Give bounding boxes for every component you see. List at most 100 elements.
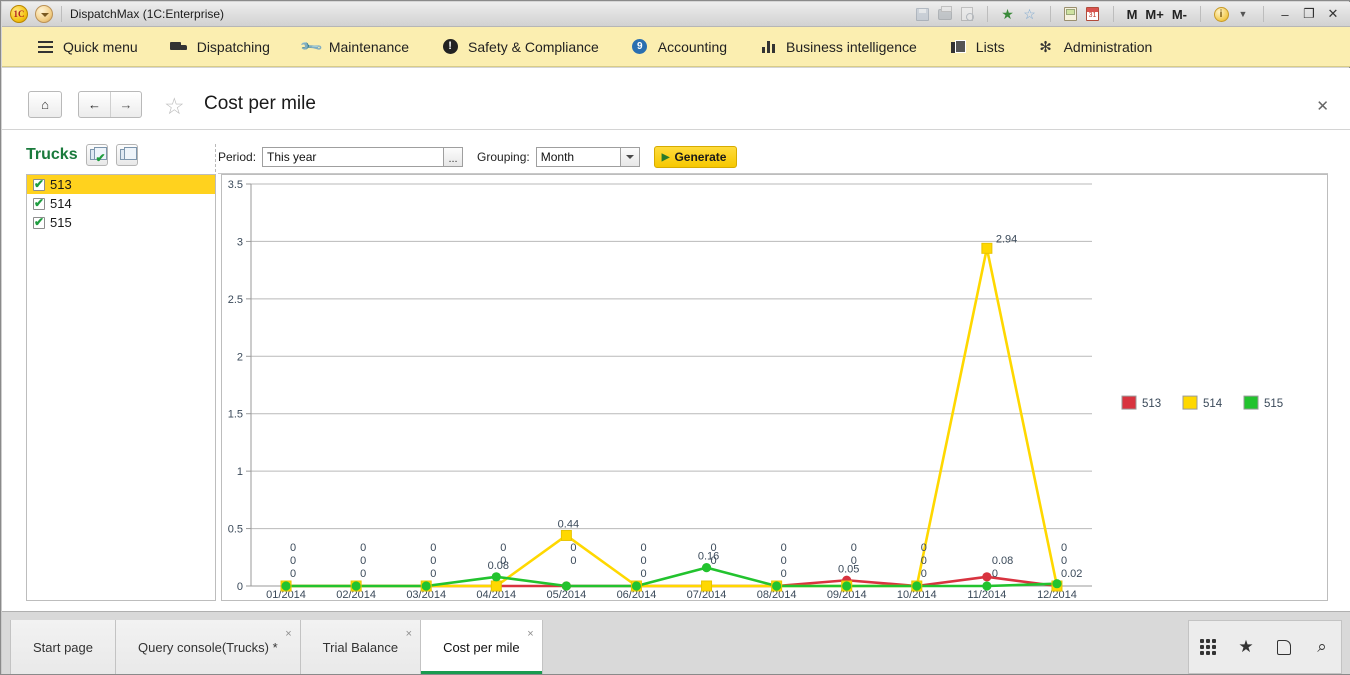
data-point-515[interactable] (1052, 579, 1062, 589)
data-point-514[interactable] (560, 529, 572, 541)
menu-item-administration[interactable]: ✻ Administration (1021, 27, 1169, 67)
calendar-icon[interactable] (1083, 4, 1103, 24)
trucks-list[interactable]: 513 514 515 (26, 174, 216, 601)
forward-button[interactable]: → (109, 92, 141, 117)
data-point-515[interactable] (421, 581, 431, 591)
data-label: 0 (851, 542, 857, 554)
history-scroll-icon[interactable] (1265, 621, 1303, 673)
report-parameters: Period: This year ... Grouping: Month ▶ … (218, 146, 738, 168)
check-all-trucks-button[interactable]: ✔ (85, 144, 108, 166)
tab-label: Start page (33, 639, 93, 655)
home-button[interactable]: ⌂ (28, 91, 62, 118)
legend-swatch-514[interactable] (1182, 395, 1198, 410)
data-label: 0 (1061, 542, 1067, 554)
cost-per-mile-line-chart[interactable]: 00.511.522.533.501/2014 02/2014 03/2014 04/… (222, 175, 1327, 600)
exclamation-icon: ! (441, 38, 459, 56)
arrow-left-icon: ← (87, 97, 101, 112)
generate-button[interactable]: ▶ Generate (653, 146, 738, 168)
data-label: 0 (570, 555, 576, 567)
memory-subtract-button[interactable]: M- (1169, 7, 1190, 22)
data-label: 0 (290, 555, 296, 567)
menu-label-maintenance: Maintenance (328, 38, 410, 55)
menu-label-business-intelligence: Business intelligence (786, 38, 917, 55)
truck-label: 513 (50, 177, 72, 192)
menu-item-lists[interactable]: Lists (933, 27, 1021, 67)
tab-trial-balance[interactable]: Trial Balance × (300, 620, 422, 674)
data-point-515[interactable] (351, 581, 361, 591)
grouping-dropdown-button[interactable] (620, 147, 640, 167)
truck-checkbox[interactable] (33, 215, 45, 229)
data-label: 0 (640, 555, 646, 567)
generate-label: Generate (674, 150, 727, 164)
back-button[interactable]: ← (79, 92, 110, 117)
data-point-515[interactable] (561, 581, 571, 591)
legend-swatch-515[interactable] (1243, 395, 1259, 410)
report-body: Trucks ✔ 513 514 515 (2, 130, 1350, 611)
check-icon: ✔ (95, 151, 106, 165)
truck-checkbox[interactable] (33, 196, 45, 210)
maximize-button[interactable]: ❐ (1298, 4, 1320, 24)
legend-swatch-513[interactable] (1121, 395, 1137, 410)
add-favorite-icon[interactable]: ★ (998, 4, 1018, 24)
calculator-icon[interactable] (1061, 4, 1081, 24)
menu-item-accounting[interactable]: 9 Accounting (615, 27, 743, 67)
memory-recall-button[interactable]: M (1124, 7, 1141, 22)
tab-close-icon[interactable]: × (406, 628, 412, 640)
page-close-button[interactable]: ✕ (1316, 97, 1329, 115)
data-point-515[interactable] (982, 581, 992, 591)
search-icon[interactable]: ⌕ (1303, 621, 1341, 673)
page-title: Cost per mile (204, 93, 316, 114)
truck-list-item[interactable]: 514 (27, 194, 215, 213)
minimize-button[interactable]: – (1274, 4, 1296, 24)
truck-list-item[interactable]: 515 (27, 213, 215, 232)
memory-add-button[interactable]: M+ (1142, 7, 1166, 22)
trucks-title: Trucks (26, 146, 78, 163)
chevron-down-icon[interactable]: ▼ (1233, 4, 1253, 24)
period-input[interactable]: This year (262, 147, 445, 167)
main-menu-dropdown-button[interactable] (35, 5, 53, 23)
data-label: 0 (290, 542, 296, 554)
series-line-513[interactable] (286, 575, 1058, 588)
tools-separator-1 (986, 6, 988, 22)
menu-item-business-intelligence[interactable]: Business intelligence (743, 27, 933, 67)
data-point-514[interactable] (981, 242, 993, 254)
grouping-label: Grouping: (477, 150, 530, 164)
tab-start-page[interactable]: Start page (10, 620, 116, 674)
menu-item-maintenance[interactable]: 🔧 Maintenance (286, 27, 425, 67)
play-icon: ▶ (661, 151, 670, 163)
data-point-515[interactable] (491, 572, 501, 582)
favorites-icon[interactable]: ☆ (1020, 4, 1040, 24)
uncheck-all-trucks-button[interactable] (115, 144, 138, 166)
data-label: 0 (360, 568, 366, 580)
favorite-star-icon[interactable]: ☆ (164, 93, 185, 120)
period-select-button[interactable]: ... (444, 147, 464, 167)
tab-query-console[interactable]: Query console(Trucks) * × (116, 620, 301, 674)
data-label: 2.94 (996, 233, 1017, 245)
data-point-515[interactable] (281, 581, 291, 591)
tab-close-icon[interactable]: × (285, 628, 291, 640)
data-point-513[interactable] (982, 572, 992, 582)
app-logo-icon: 1C (10, 5, 28, 23)
data-point-514[interactable] (701, 580, 713, 592)
star-icon[interactable]: ★ (1227, 621, 1265, 673)
menu-label-lists: Lists (975, 38, 1005, 55)
truck-checkbox[interactable] (33, 177, 45, 191)
apps-grid-icon[interactable] (1189, 621, 1227, 673)
menu-item-quick-menu[interactable]: Quick menu (20, 27, 154, 67)
close-button[interactable]: ✕ (1322, 4, 1344, 24)
save-icon[interactable] (913, 4, 933, 24)
data-point-515[interactable] (842, 581, 852, 591)
print-icon[interactable] (935, 4, 955, 24)
grouping-input[interactable]: Month (535, 147, 621, 167)
tab-cost-per-mile[interactable]: Cost per mile × (421, 620, 543, 674)
tab-close-icon[interactable]: × (527, 628, 533, 640)
info-icon[interactable]: i (1211, 4, 1231, 24)
data-point-515[interactable] (912, 581, 922, 591)
data-point-514[interactable] (490, 580, 502, 592)
truck-list-item[interactable]: 513 (27, 175, 215, 194)
menu-item-dispatching[interactable]: Dispatching (154, 27, 286, 67)
menu-item-safety-compliance[interactable]: ! Safety & Compliance (425, 27, 615, 67)
data-point-515[interactable] (772, 581, 782, 591)
data-point-515[interactable] (631, 581, 642, 591)
print-preview-icon[interactable] (957, 4, 977, 24)
